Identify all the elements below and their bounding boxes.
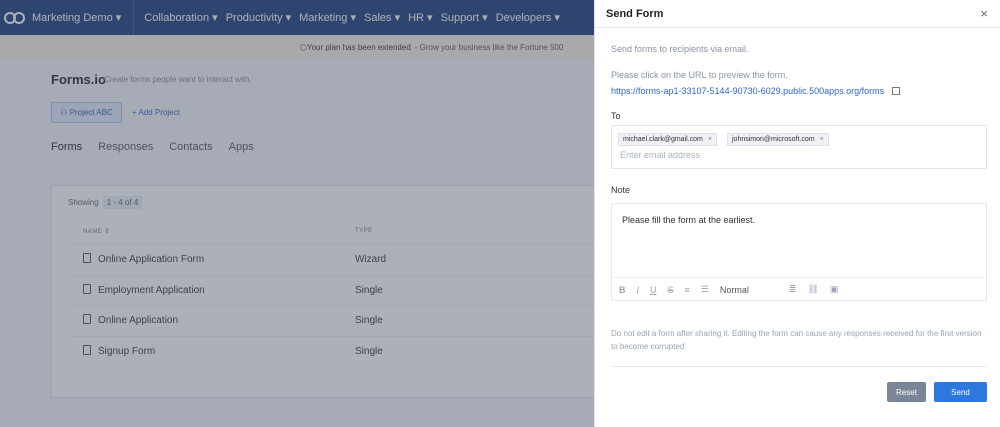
- note-editor[interactable]: Please fill the form at the earliest. B …: [611, 203, 987, 301]
- italic-icon[interactable]: I: [637, 285, 640, 295]
- panel-title: Send Form: [606, 7, 664, 20]
- recipient-chip: michael.clark@gmail.com ×: [618, 133, 717, 146]
- image-icon[interactable]: ▣: [830, 284, 839, 295]
- form-url-row: https://forms-ap1-33107-5144-90730-6029.…: [611, 86, 901, 96]
- bullet-list-icon[interactable]: ☰: [701, 284, 709, 295]
- bold-icon[interactable]: B: [619, 285, 626, 295]
- note-text[interactable]: Please fill the form at the earliest.: [622, 215, 755, 225]
- to-label: To: [611, 111, 621, 121]
- editor-toolbar: B I U S ≡ ☰ Normal ≣ ⛓ ▣: [612, 277, 986, 301]
- copy-icon[interactable]: [892, 87, 901, 95]
- recipients-field[interactable]: michael.clark@gmail.com × johnsimon@micro…: [611, 125, 987, 169]
- intro-text: Send forms to recipients via email.: [611, 44, 749, 54]
- footer-divider: [611, 366, 987, 367]
- text-format-select[interactable]: Normal: [720, 285, 749, 295]
- send-form-panel: Send Form × Send forms to recipients via…: [594, 0, 1000, 427]
- ordered-list-icon[interactable]: ≡: [685, 285, 690, 295]
- preview-instructions: Please click on the URL to preview the f…: [611, 70, 788, 80]
- link-icon[interactable]: ⛓: [807, 284, 818, 295]
- strikethrough-icon[interactable]: S: [668, 285, 674, 295]
- modal-backdrop[interactable]: [0, 0, 594, 427]
- reset-button[interactable]: Reset: [887, 382, 926, 402]
- align-icon[interactable]: ≣: [789, 284, 797, 295]
- panel-header: Send Form ×: [595, 0, 1000, 28]
- form-url-link[interactable]: https://forms-ap1-33107-5144-90730-6029.…: [611, 86, 884, 96]
- close-icon[interactable]: ×: [980, 6, 988, 21]
- remove-icon[interactable]: ×: [820, 136, 824, 143]
- email-input-placeholder[interactable]: Enter email address: [620, 150, 700, 160]
- note-label: Note: [611, 185, 631, 195]
- send-button[interactable]: Send: [934, 382, 987, 402]
- remove-icon[interactable]: ×: [708, 136, 712, 143]
- recipient-chip: johnsimon@microsoft.com ×: [727, 133, 829, 146]
- edit-warning: Do not edit a form after sharing it. Edi…: [611, 329, 982, 351]
- underline-icon[interactable]: U: [650, 285, 657, 295]
